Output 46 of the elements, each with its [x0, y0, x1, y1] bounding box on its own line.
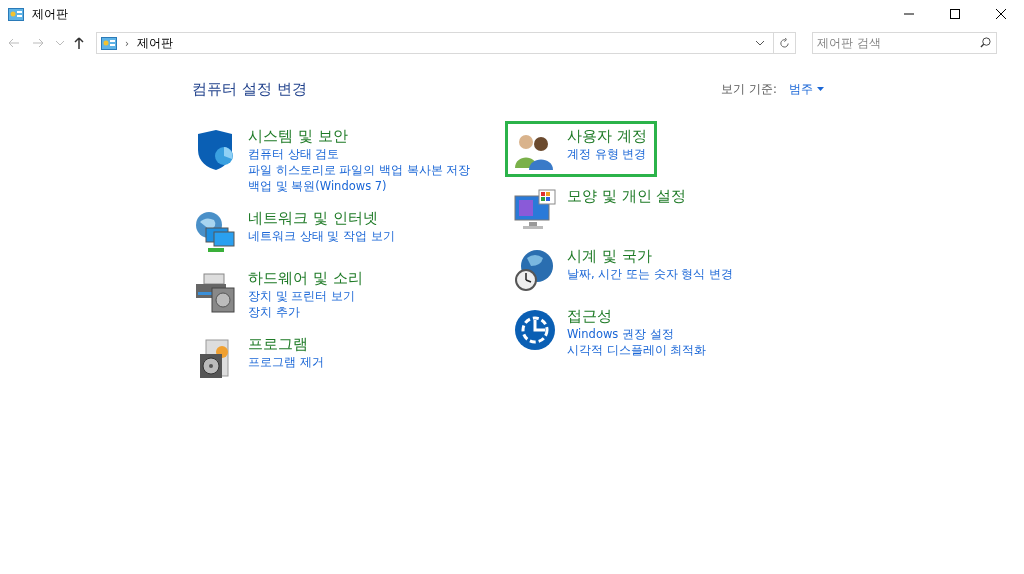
close-icon	[996, 9, 1006, 19]
accessibility-icon	[513, 307, 557, 352]
category-title[interactable]: 사용자 계정	[567, 125, 647, 146]
category-card[interactable]: 접근성 Windows 권장 설정 시각적 디스플레이 최적화	[505, 300, 717, 363]
category-title[interactable]: 접근성	[567, 305, 707, 326]
task-link[interactable]: 프로그램 제거	[248, 353, 324, 370]
refresh-icon	[779, 37, 790, 49]
task-link[interactable]: 장치 추가	[248, 303, 363, 320]
category-card[interactable]: 네트워크 및 인터넷 네트워크 상태 및 작업 보기	[186, 202, 405, 259]
category-card[interactable]: 사용자 계정 계정 유형 변경	[505, 120, 657, 177]
category-card[interactable]: 시스템 및 보안 컴퓨터 상태 검토 파일 히스토리로 파일의 백업 복사본 저장 백업 및 복원(Windows 7)	[186, 120, 481, 199]
task-link[interactable]: 장치 및 프린터 보기	[248, 287, 363, 304]
breadcrumb-separator: ›	[124, 36, 130, 51]
task-link[interactable]: 백업 및 복원(Windows 7)	[248, 177, 471, 194]
view-by-dropdown[interactable]: 범주	[789, 80, 824, 98]
breadcrumb-item[interactable]: 제어판	[133, 34, 755, 52]
caret-icon	[817, 87, 824, 92]
control-panel-icon	[101, 36, 117, 50]
window-title: 제어판	[32, 6, 68, 23]
maximize-icon	[950, 9, 960, 19]
task-link[interactable]: 시각적 디스플레이 최적화	[567, 341, 707, 358]
category-title[interactable]: 네트워크 및 인터넷	[248, 207, 395, 228]
category-card[interactable]: 모양 및 개인 설정	[505, 180, 697, 237]
task-link[interactable]: 컴퓨터 상태 검토	[248, 145, 471, 162]
chevron-down-icon	[755, 40, 765, 46]
category-card[interactable]: 프로그램 프로그램 제거	[186, 328, 334, 385]
network-icon	[194, 209, 238, 254]
monitor-palette-icon	[513, 187, 557, 232]
search-field[interactable]: 제어판 검색	[812, 32, 997, 54]
category-title[interactable]: 프로그램	[248, 333, 324, 354]
task-link[interactable]: Windows 권장 설정	[567, 325, 707, 342]
search-icon	[980, 37, 991, 48]
category-title[interactable]: 모양 및 개인 설정	[567, 185, 687, 206]
category-title[interactable]: 시스템 및 보안	[248, 125, 471, 146]
control-panel-icon	[8, 7, 24, 21]
category-card[interactable]: 시계 및 국가 날짜, 시간 또는 숫자 형식 변경	[505, 240, 743, 297]
category-card[interactable]: 하드웨어 및 소리 장치 및 프린터 보기 장치 추가	[186, 262, 373, 325]
task-link[interactable]: 날짜, 시간 또는 숫자 형식 변경	[567, 265, 733, 282]
category-title[interactable]: 시계 및 국가	[567, 245, 733, 266]
view-by-label: 보기 기준:	[721, 80, 777, 98]
category-title[interactable]: 하드웨어 및 소리	[248, 267, 363, 288]
address-bar[interactable]: › 제어판	[96, 32, 796, 54]
task-link[interactable]: 네트워크 상태 및 작업 보기	[248, 227, 395, 244]
task-link[interactable]: 파일 히스토리로 파일의 백업 복사본 저장	[248, 161, 471, 178]
task-link[interactable]: 계정 유형 변경	[567, 145, 647, 162]
page-heading: 컴퓨터 설정 변경	[192, 79, 307, 100]
